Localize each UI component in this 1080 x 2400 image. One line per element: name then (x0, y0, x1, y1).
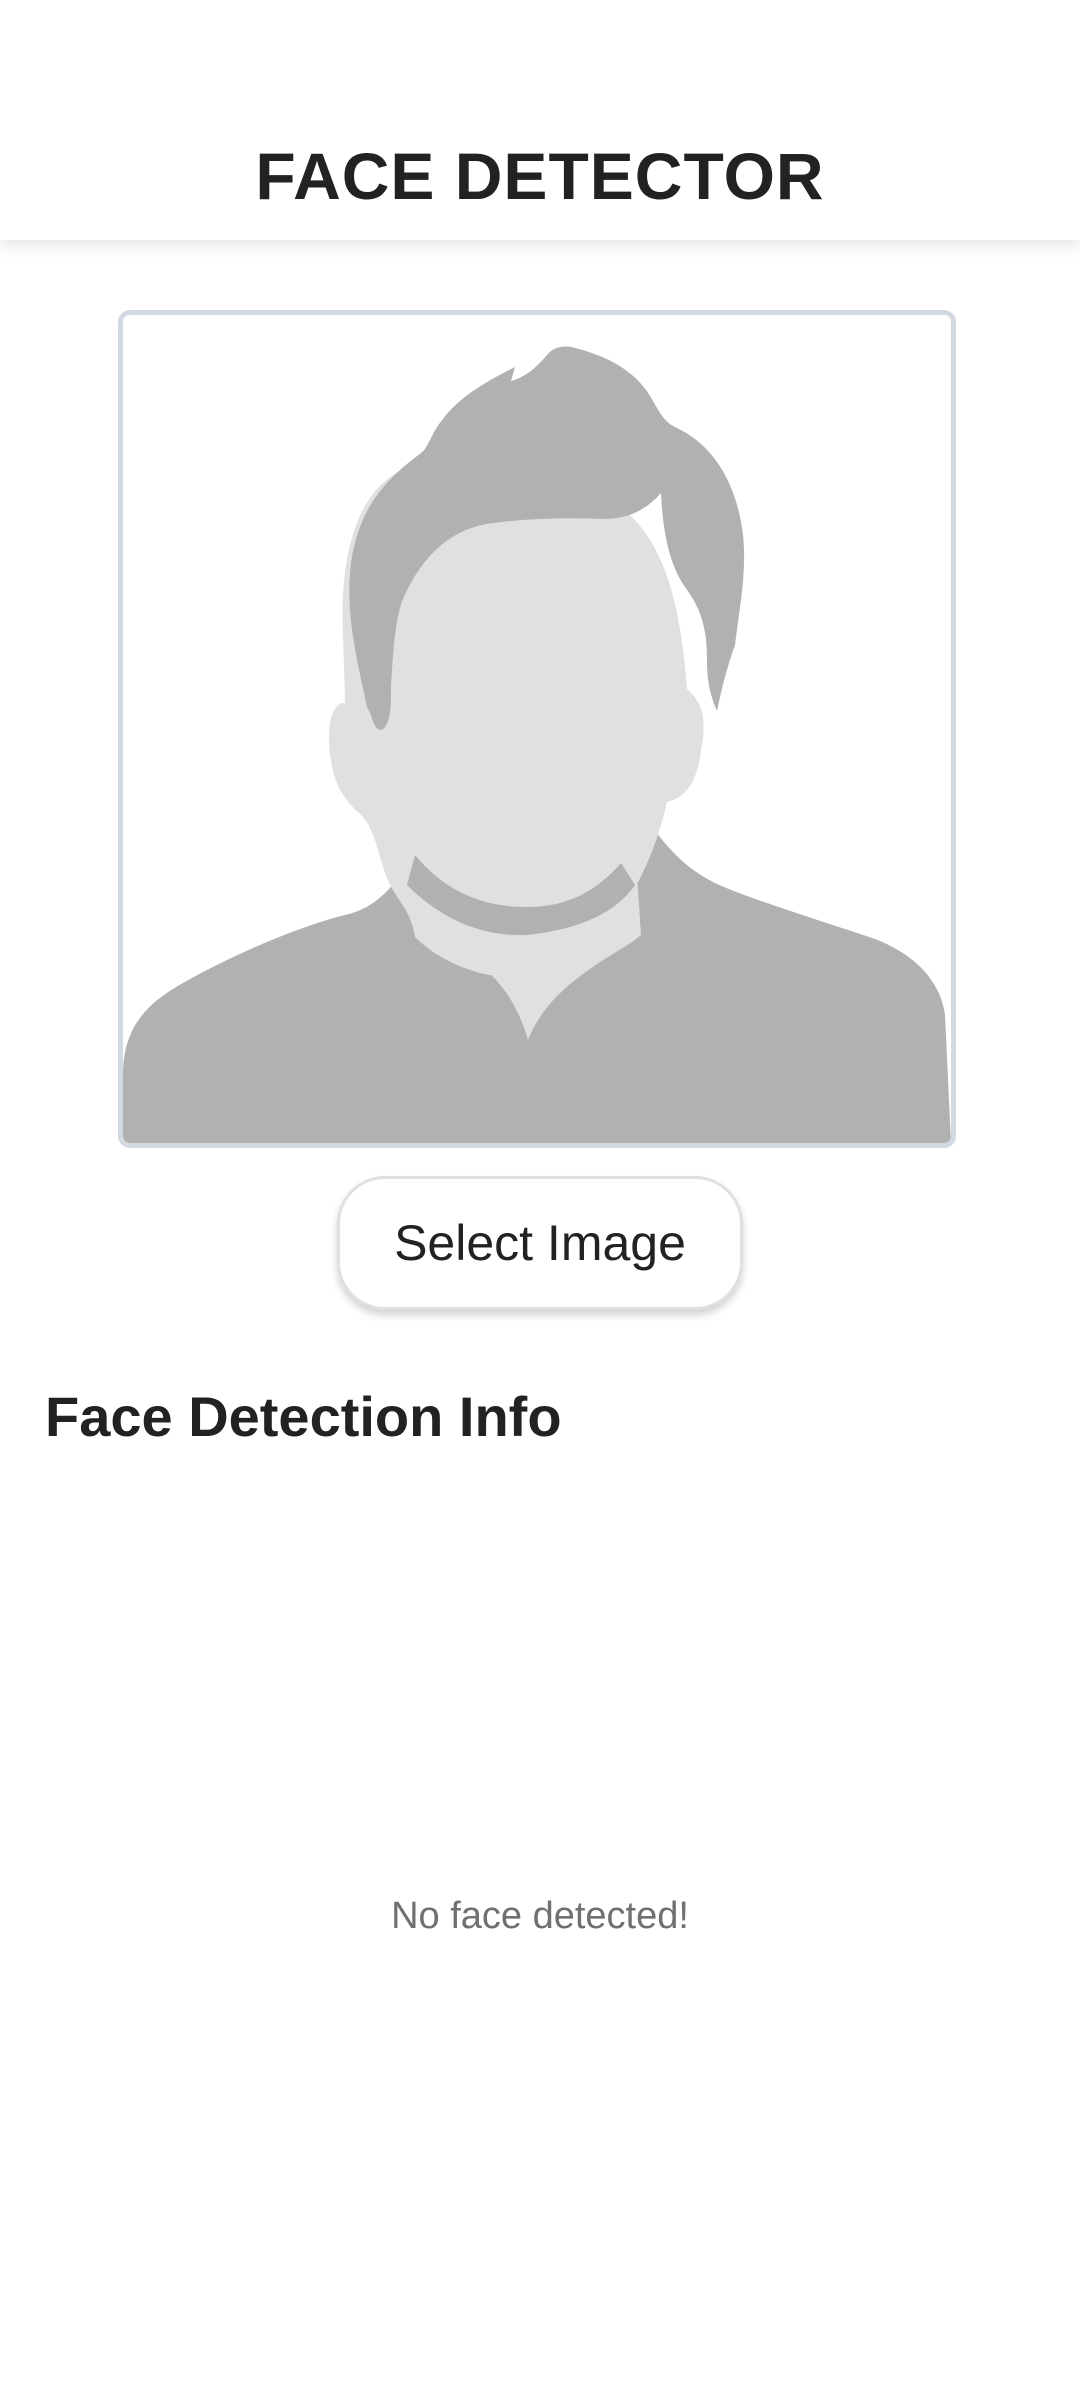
person-placeholder-icon (123, 315, 951, 1143)
face-detection-info-heading: Face Detection Info (45, 1385, 562, 1448)
no-face-message: No face detected! (391, 1895, 689, 1937)
image-preview (118, 310, 956, 1148)
app-bar: FACE DETECTOR (0, 0, 1080, 240)
select-image-button[interactable]: Select Image (337, 1176, 743, 1310)
app-title: FACE DETECTOR (255, 139, 825, 213)
face-detector-screen: FACE DETECTOR Select Image Face Detectio… (0, 0, 1080, 2400)
